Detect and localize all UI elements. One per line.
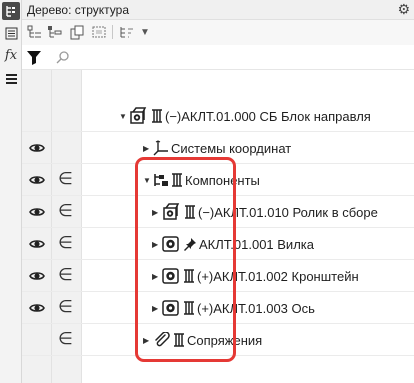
document-icon[interactable] [68,23,86,41]
tree-node-label: Компоненты [185,172,260,188]
select-frame-icon[interactable] [90,23,108,41]
paperclip-icon [153,332,171,348]
tree-node-label: Сопряжения [187,332,263,348]
tree-node-component[interactable]: ▶ (−)АКЛТ.01.010 Ролик в сборе [152,196,378,228]
toolbar-divider [112,25,113,39]
funnel-icon[interactable] [26,48,42,66]
structure-tree-icon[interactable] [46,23,64,41]
search-input[interactable] [74,48,404,66]
spec-table-icon [183,301,195,315]
tree-row-component[interactable]: ∈ ▶ (−)АКЛТ.01.010 Ролик в сборе [22,196,414,228]
part-icon [162,236,180,252]
visibility-eye-icon[interactable] [29,236,45,252]
include-in-spec-icon[interactable]: ∈ [58,265,73,285]
panel-title-bar: Дерево: структура ⚙ [22,0,414,20]
include-in-spec-icon[interactable]: ∈ [58,297,73,317]
tree-row-mates[interactable]: ∈ ▶ Сопряжения [22,324,414,356]
assembly-icon [162,203,182,221]
expand-caret-icon[interactable]: ▶ [152,208,162,217]
expand-caret-icon[interactable]: ▶ [143,144,153,153]
components-group-icon [153,172,169,188]
include-in-spec-icon[interactable]: ∈ [58,233,73,253]
visibility-eye-icon[interactable] [29,268,45,284]
spec-table-icon [151,109,163,123]
expand-caret-icon[interactable]: ▶ [152,240,162,249]
coordinate-system-icon [153,140,169,156]
menu-icon[interactable] [2,70,20,88]
spec-table-icon [171,173,183,187]
properties-icon[interactable] [2,24,20,42]
tree-node-label: (−)АКЛТ.01.010 Ролик в сборе [198,204,378,220]
visibility-eye-icon[interactable] [29,140,45,156]
expand-tree-icon[interactable] [26,23,44,41]
tree-node-label: (+)АКЛТ.01.003 Ось [197,300,315,316]
expand-caret-icon[interactable]: ▶ [152,304,162,313]
spec-table-icon [184,205,196,219]
tree-view-icon[interactable] [2,2,20,20]
tree-node-label: (−)АКЛТ.01.000 СБ Блок направля [165,108,371,124]
visibility-eye-icon[interactable] [29,172,45,188]
tree-row-component[interactable]: ∈ ▶ (+)АКЛТ.01.003 Ось [22,292,414,324]
expand-caret-icon[interactable]: ▶ [143,336,153,345]
expand-caret-icon[interactable]: ▼ [119,112,129,121]
settings-gear-icon[interactable]: ⚙ [397,1,410,18]
tree-node-components[interactable]: ▼ Компоненты [143,164,260,196]
tree-row-coord-systems[interactable]: ▶ Системы координат [22,132,414,164]
include-in-spec-icon[interactable]: ∈ [58,329,73,349]
tree-node-label: (+)АКЛТ.01.002 Кронштейн [197,268,359,284]
expand-caret-icon[interactable]: ▼ [143,176,153,185]
filter-row [22,45,414,70]
tree-node-component[interactable]: ▶ (+)АКЛТ.01.003 Ось [152,292,315,324]
tree-node-label: Системы координат [171,140,292,156]
tree-row-root[interactable]: ▼ (−)АКЛТ.01.000 СБ Блок направля [22,100,414,132]
fx-label: fx [4,47,18,63]
tree-node-label: АКЛТ.01.001 Вилка [199,236,314,252]
expand-caret-icon[interactable]: ▶ [152,272,162,281]
tree-row-component[interactable]: ∈ ▶ (+)АКЛТ.01.002 Кронштейн [22,260,414,292]
panel-title: Дерево: структура [27,3,129,17]
tree-row-component[interactable]: ∈ ▶ АКЛТ.01.001 Вилка [22,228,414,260]
chevron-down-icon[interactable]: ▼ [136,23,154,41]
variables-fx-icon[interactable]: fx [2,46,20,64]
spec-table-icon [183,269,195,283]
include-in-spec-icon[interactable]: ∈ [58,201,73,221]
tree-node-root[interactable]: ▼ (−)АКЛТ.01.000 СБ Блок направля [119,100,371,132]
tree-node-mates[interactable]: ▶ Сопряжения [143,324,262,356]
assembly-icon [129,107,149,125]
tree-node-coord-systems[interactable]: ▶ Системы координат [143,132,291,164]
visibility-eye-icon[interactable] [29,300,45,316]
tree-node-component[interactable]: ▶ АКЛТ.01.001 Вилка [152,228,314,260]
pin-icon [183,237,197,251]
spec-table-icon [173,333,185,347]
tree-node-component[interactable]: ▶ (+)АКЛТ.01.002 Кронштейн [152,260,359,292]
part-icon [162,300,180,316]
include-in-spec-icon[interactable]: ∈ [58,169,73,189]
left-toolbar: fx [0,0,22,383]
part-icon [162,268,180,284]
tree-row-components[interactable]: ∈ ▼ Компоненты [22,164,414,196]
filter-list-icon[interactable] [118,23,136,41]
tree-toolbar: ▼ [22,20,414,45]
visibility-eye-icon[interactable] [29,204,45,220]
search-icon [56,50,70,64]
